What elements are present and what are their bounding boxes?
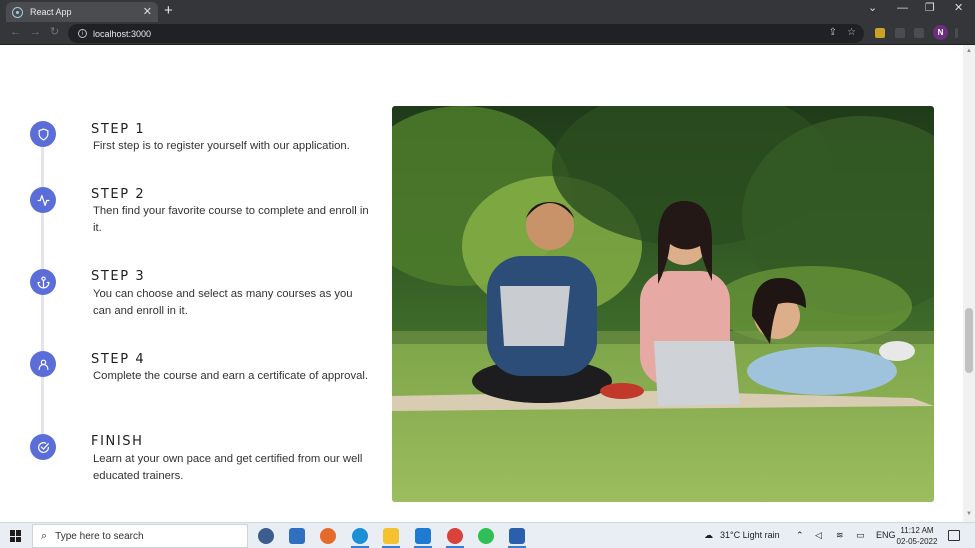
page-content: STEP 1 First step is to register yoursel…: [0, 45, 963, 522]
step-description: First step is to register yourself with …: [93, 140, 350, 152]
bookmark-star-icon[interactable]: ☆: [847, 27, 856, 38]
whatsapp-icon[interactable]: [478, 528, 494, 544]
firefox-icon[interactable]: [320, 528, 336, 544]
file-explorer-icon[interactable]: [383, 528, 399, 544]
search-icon: ⌕: [41, 529, 48, 542]
step-description: You can choose and select as many course…: [93, 288, 353, 317]
browser-tab-bar: React App ✕ + ⌄ — ❐ ✕: [0, 0, 975, 22]
close-window-button[interactable]: ✕: [954, 3, 963, 14]
extension-icon[interactable]: [875, 28, 885, 38]
profile-avatar[interactable]: N: [933, 25, 948, 40]
forward-arrow-icon[interactable]: →: [30, 27, 41, 38]
chrome-icon[interactable]: [447, 528, 463, 544]
task-view-icon[interactable]: [258, 528, 274, 544]
scroll-up-icon[interactable]: ▲: [966, 48, 972, 54]
clock-date: 02-05-2022: [896, 537, 938, 546]
tab-title: React App: [30, 7, 72, 17]
step-title: STEP 2: [91, 187, 146, 202]
scrollbar-thumb[interactable]: [965, 308, 973, 373]
new-tab-button[interactable]: +: [164, 3, 173, 18]
tab-close-icon[interactable]: ✕: [143, 6, 152, 18]
step-description: Complete the course and earn a certifica…: [93, 370, 369, 382]
windows-taskbar: ⌕ Type here to search ☁ 31°C Light rain …: [0, 522, 975, 548]
shield-icon: [30, 121, 56, 147]
scroll-down-icon[interactable]: ▼: [966, 511, 972, 517]
taskbar-clock[interactable]: 11:12 AM 02-05-2022: [895, 525, 939, 547]
step-title: STEP 4: [91, 352, 146, 367]
mail-icon[interactable]: [289, 528, 305, 544]
restore-button[interactable]: ❐: [925, 3, 935, 14]
browser-menu-icon[interactable]: [955, 28, 958, 38]
step-title: STEP 3: [91, 269, 146, 284]
volume-icon[interactable]: ◁: [815, 530, 822, 541]
activity-icon: [30, 187, 56, 213]
students-photo: [392, 106, 934, 502]
browser-toolbar: ← → ↻ i localhost:3000 ⇪ ☆: [0, 22, 975, 45]
step-title: FINISH: [91, 434, 144, 449]
share-icon[interactable]: ⇪: [829, 27, 837, 38]
extension-icon[interactable]: [914, 28, 924, 38]
step-description: Then find your favorite course to comple…: [93, 205, 369, 234]
url-text[interactable]: localhost:3000: [93, 29, 151, 39]
address-bar[interactable]: i localhost:3000 ⇪ ☆: [68, 24, 864, 43]
minimize-button[interactable]: —: [897, 3, 908, 14]
page-scrollbar[interactable]: ▲ ▼: [963, 45, 975, 522]
battery-icon[interactable]: ▭: [856, 530, 865, 541]
wifi-icon[interactable]: ≋: [836, 530, 844, 541]
weather-status[interactable]: 31°C Light rain: [720, 530, 780, 540]
word-icon[interactable]: [509, 528, 525, 544]
weather-icon[interactable]: ☁: [704, 530, 713, 541]
taskbar-search-input[interactable]: ⌕ Type here to search: [32, 524, 248, 548]
reload-icon[interactable]: ↻: [50, 27, 59, 38]
extension-icon[interactable]: [895, 28, 905, 38]
windows-start-icon[interactable]: [10, 530, 22, 542]
clock-time: 11:12 AM: [900, 526, 934, 535]
tab-search-icon[interactable]: ⌄: [868, 3, 877, 14]
anchor-icon: [30, 269, 56, 295]
step-title: STEP 1: [91, 122, 146, 137]
check-circle-icon: [30, 434, 56, 460]
browser-tab[interactable]: React App ✕: [6, 2, 158, 22]
tray-chevron-icon[interactable]: ⌃: [796, 530, 804, 541]
user-icon: [30, 351, 56, 377]
search-placeholder: Type here to search: [55, 530, 144, 542]
site-info-icon[interactable]: i: [78, 29, 87, 38]
react-favicon-icon: [12, 6, 23, 18]
step-description: Learn at your own pace and get certified…: [93, 453, 363, 482]
notification-icon[interactable]: [948, 530, 960, 541]
back-arrow-icon[interactable]: ←: [10, 27, 21, 38]
edge-icon[interactable]: [352, 528, 368, 544]
vscode-icon[interactable]: [415, 528, 431, 544]
language-indicator[interactable]: ENG: [876, 530, 896, 540]
